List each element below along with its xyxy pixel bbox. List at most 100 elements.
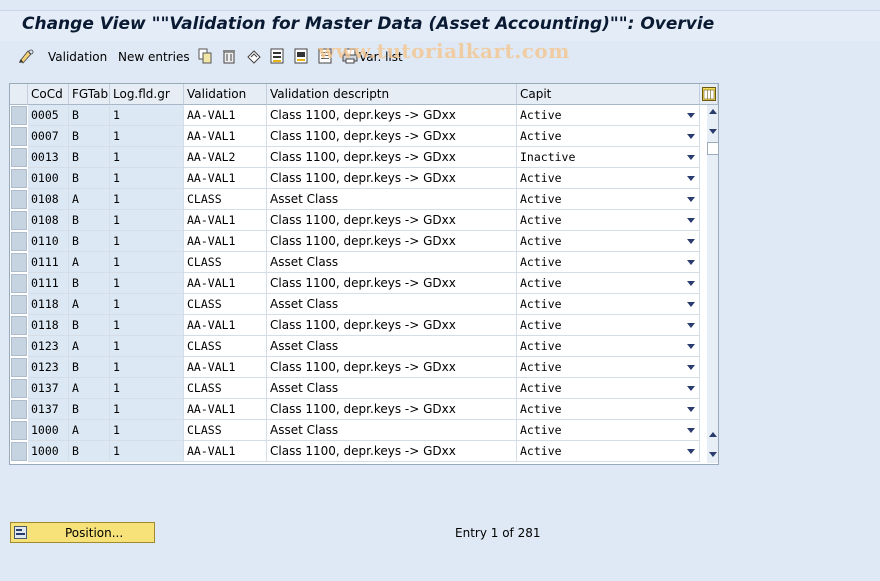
dropdown-arrow-icon[interactable]: [687, 134, 695, 139]
dropdown-arrow-icon[interactable]: [687, 197, 695, 202]
scroll-page-up-icon[interactable]: [709, 109, 717, 114]
dropdown-arrow-icon[interactable]: [687, 323, 695, 328]
cell-validation[interactable]: CLASS: [184, 294, 267, 315]
cell-capit[interactable]: Active: [517, 105, 700, 126]
cell-validation-descriptn[interactable]: Class 1100, depr.keys -> GDxx: [267, 399, 517, 420]
cell-validation[interactable]: AA-VAL1: [184, 126, 267, 147]
row-selector[interactable]: [11, 400, 27, 419]
cell-capit[interactable]: Active: [517, 294, 700, 315]
row-selector[interactable]: [11, 232, 27, 251]
dropdown-arrow-icon[interactable]: [687, 302, 695, 307]
cell-capit[interactable]: Active: [517, 210, 700, 231]
cell-capit[interactable]: Active: [517, 399, 700, 420]
cell-validation[interactable]: CLASS: [184, 252, 267, 273]
vertical-scrollbar[interactable]: [707, 105, 719, 463]
cell-capit[interactable]: Active: [517, 168, 700, 189]
cell-validation-descriptn[interactable]: Class 1100, depr.keys -> GDxx: [267, 273, 517, 294]
cell-validation-descriptn[interactable]: Class 1100, depr.keys -> GDxx: [267, 231, 517, 252]
new-entries-button[interactable]: New entries: [118, 47, 190, 67]
cell-capit[interactable]: Active: [517, 336, 700, 357]
copy-icon[interactable]: [198, 48, 212, 64]
cell-validation[interactable]: AA-VAL1: [184, 315, 267, 336]
dropdown-arrow-icon[interactable]: [687, 407, 695, 412]
row-selector[interactable]: [11, 316, 27, 335]
row-selector[interactable]: [11, 274, 27, 293]
dropdown-arrow-icon[interactable]: [687, 113, 695, 118]
scroll-line-up-icon[interactable]: [709, 432, 717, 437]
dropdown-arrow-icon[interactable]: [687, 365, 695, 370]
row-selector[interactable]: [11, 421, 27, 440]
row-selector[interactable]: [11, 253, 27, 272]
cell-validation[interactable]: AA-VAL1: [184, 357, 267, 378]
select-all-icon[interactable]: [270, 48, 284, 64]
row-selector[interactable]: [11, 190, 27, 209]
select-block-icon[interactable]: [294, 48, 308, 64]
cell-validation-descriptn[interactable]: Asset Class: [267, 336, 517, 357]
column-header-log-fld-gr[interactable]: Log.fld.gr: [110, 84, 184, 105]
display-change-icon[interactable]: [18, 48, 36, 64]
column-header-cocd[interactable]: CoCd: [28, 84, 69, 105]
row-selector[interactable]: [11, 379, 27, 398]
cell-validation-descriptn[interactable]: Class 1100, depr.keys -> GDxx: [267, 168, 517, 189]
cell-validation-descriptn[interactable]: Class 1100, depr.keys -> GDxx: [267, 147, 517, 168]
cell-capit[interactable]: Active: [517, 357, 700, 378]
cell-validation[interactable]: CLASS: [184, 420, 267, 441]
dropdown-arrow-icon[interactable]: [687, 386, 695, 391]
row-selector[interactable]: [11, 337, 27, 356]
cell-validation[interactable]: AA-VAL1: [184, 168, 267, 189]
scroll-thumb[interactable]: [707, 142, 719, 155]
cell-validation-descriptn[interactable]: Asset Class: [267, 420, 517, 441]
dropdown-arrow-icon[interactable]: [687, 239, 695, 244]
column-header-validation[interactable]: Validation: [184, 84, 267, 105]
validation-button[interactable]: Validation: [48, 47, 107, 67]
cell-capit[interactable]: Active: [517, 378, 700, 399]
cell-validation[interactable]: AA-VAL1: [184, 210, 267, 231]
undo-change-icon[interactable]: [246, 48, 262, 64]
cell-validation-descriptn[interactable]: Class 1100, depr.keys -> GDxx: [267, 210, 517, 231]
scroll-page-down-icon[interactable]: [709, 452, 717, 457]
dropdown-arrow-icon[interactable]: [687, 176, 695, 181]
cell-validation-descriptn[interactable]: Asset Class: [267, 252, 517, 273]
cell-validation-descriptn[interactable]: Class 1100, depr.keys -> GDxx: [267, 357, 517, 378]
cell-validation[interactable]: CLASS: [184, 378, 267, 399]
dropdown-arrow-icon[interactable]: [687, 218, 695, 223]
row-selector[interactable]: [11, 211, 27, 230]
cell-validation-descriptn[interactable]: Asset Class: [267, 189, 517, 210]
row-selector[interactable]: [11, 127, 27, 146]
cell-validation[interactable]: CLASS: [184, 336, 267, 357]
delete-icon[interactable]: [222, 48, 236, 64]
row-selector[interactable]: [11, 442, 27, 461]
dropdown-arrow-icon[interactable]: [687, 260, 695, 265]
cell-validation-descriptn[interactable]: Class 1100, depr.keys -> GDxx: [267, 105, 517, 126]
cell-validation-descriptn[interactable]: Asset Class: [267, 378, 517, 399]
dropdown-arrow-icon[interactable]: [687, 155, 695, 160]
cell-validation-descriptn[interactable]: Asset Class: [267, 294, 517, 315]
cell-capit[interactable]: Active: [517, 189, 700, 210]
cell-capit[interactable]: Active: [517, 231, 700, 252]
row-selector[interactable]: [11, 358, 27, 377]
cell-validation[interactable]: AA-VAL2: [184, 147, 267, 168]
column-header-capit[interactable]: Capit: [517, 84, 700, 105]
dropdown-arrow-icon[interactable]: [687, 281, 695, 286]
cell-capit[interactable]: Active: [517, 252, 700, 273]
dropdown-arrow-icon[interactable]: [687, 449, 695, 454]
cell-validation-descriptn[interactable]: Class 1100, depr.keys -> GDxx: [267, 441, 517, 462]
cell-capit[interactable]: Active: [517, 441, 700, 462]
column-header-validation-descriptn[interactable]: Validation descriptn: [267, 84, 517, 105]
cell-validation-descriptn[interactable]: Class 1100, depr.keys -> GDxx: [267, 315, 517, 336]
cell-validation[interactable]: AA-VAL1: [184, 273, 267, 294]
row-selector[interactable]: [11, 148, 27, 167]
cell-validation[interactable]: AA-VAL1: [184, 399, 267, 420]
cell-capit[interactable]: Inactive: [517, 147, 700, 168]
cell-capit[interactable]: Active: [517, 273, 700, 294]
row-selector[interactable]: [11, 295, 27, 314]
cell-capit[interactable]: Active: [517, 420, 700, 441]
cell-validation[interactable]: CLASS: [184, 189, 267, 210]
cell-capit[interactable]: Active: [517, 315, 700, 336]
cell-validation-descriptn[interactable]: Class 1100, depr.keys -> GDxx: [267, 126, 517, 147]
position-button[interactable]: Position...: [10, 522, 155, 543]
table-settings-button[interactable]: [700, 84, 718, 105]
column-header-fgtab[interactable]: FGTab: [69, 84, 110, 105]
cell-capit[interactable]: Active: [517, 126, 700, 147]
dropdown-arrow-icon[interactable]: [687, 428, 695, 433]
